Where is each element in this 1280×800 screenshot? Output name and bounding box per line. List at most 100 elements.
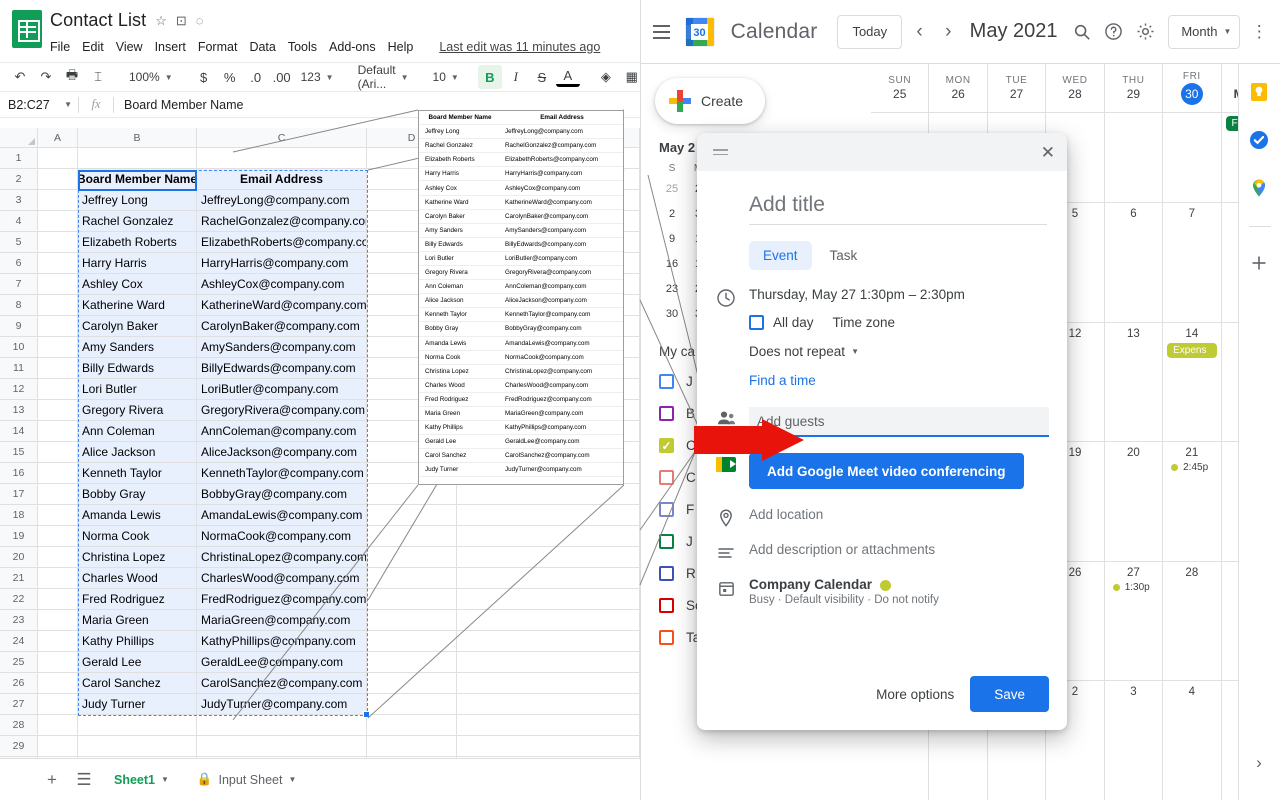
cell-c10[interactable]: AmySanders@company.com	[197, 337, 367, 358]
cell-c23[interactable]: MariaGreen@company.com	[197, 610, 367, 631]
document-title[interactable]: Contact List	[50, 10, 146, 31]
cell-c29[interactable]	[197, 736, 367, 757]
close-icon[interactable]: ✕	[1041, 144, 1055, 161]
calendar-day-number[interactable]: 3	[1130, 686, 1136, 698]
cell-b22[interactable]: Fred Rodriguez	[78, 589, 197, 610]
cell-c1[interactable]	[197, 148, 367, 169]
cell-c26[interactable]: CarolSanchez@company.com	[197, 673, 367, 694]
calendar-day-cell[interactable]: 6	[1105, 203, 1164, 322]
italic-button[interactable]: I	[504, 65, 528, 89]
row-header-8[interactable]: 8	[0, 295, 38, 316]
cell-d21[interactable]	[367, 568, 457, 589]
fill-color-icon[interactable]: ◈	[594, 65, 618, 89]
row-header-7[interactable]: 7	[0, 274, 38, 295]
calendar-day-cell[interactable]	[1163, 113, 1222, 202]
calendar-event-timed[interactable]: 2:45p	[1163, 462, 1208, 473]
column-header-b[interactable]: B	[78, 128, 197, 148]
cell-c18[interactable]: AmandaLewis@company.com	[197, 505, 367, 526]
cell-rest-29[interactable]	[457, 736, 640, 757]
cell-b29[interactable]	[78, 736, 197, 757]
menu-addons[interactable]: Add-ons	[329, 40, 376, 54]
dow-header-thu[interactable]: THU 29	[1105, 64, 1164, 112]
cell-d17[interactable]	[367, 484, 457, 505]
row-header-10[interactable]: 10	[0, 337, 38, 358]
dow-date[interactable]: 28	[1068, 87, 1081, 101]
apps-grid-icon[interactable]: ⋮	[1246, 14, 1272, 50]
row-header-12[interactable]: 12	[0, 379, 38, 400]
cell-rest-17[interactable]	[457, 484, 640, 505]
cell-b14[interactable]: Ann Coleman	[78, 421, 197, 442]
cell-b6[interactable]: Harry Harris	[78, 253, 197, 274]
sheet-tab-input-sheet[interactable]: 🔒 Input Sheet ▼	[185, 764, 308, 796]
dow-header-mon[interactable]: MON 26	[929, 64, 988, 112]
calendar-day-number[interactable]: 27	[1127, 567, 1140, 579]
cell-b16[interactable]: Kenneth Taylor	[78, 463, 197, 484]
cell-a29[interactable]	[38, 736, 78, 757]
recurrence-select[interactable]: Does not repeat ▼	[749, 344, 965, 359]
cell-d29[interactable]	[367, 736, 457, 757]
cell-b27[interactable]: Judy Turner	[78, 694, 197, 715]
mini-cal-day[interactable]: 25	[659, 179, 685, 199]
row-header-1[interactable]: 1	[0, 148, 38, 169]
font-size-select[interactable]: 10 ▼	[428, 65, 464, 89]
sheet-tab-sheet1[interactable]: Sheet1 ▼	[102, 763, 181, 796]
dow-header-tue[interactable]: TUE 27	[988, 64, 1047, 112]
menu-format[interactable]: Format	[198, 40, 238, 54]
cell-b24[interactable]: Kathy Phillips	[78, 631, 197, 652]
cell-b18[interactable]: Amanda Lewis	[78, 505, 197, 526]
calendar-day-cell[interactable]: 28	[1163, 561, 1222, 681]
cell-b25[interactable]: Gerald Lee	[78, 652, 197, 673]
cell-rest-21[interactable]	[457, 568, 640, 589]
cell-c14[interactable]: AnnColeman@company.com	[197, 421, 367, 442]
cell-rest-24[interactable]	[457, 631, 640, 652]
cell-b21[interactable]: Charles Wood	[78, 568, 197, 589]
cell-rest-22[interactable]	[457, 589, 640, 610]
cell-rest-28[interactable]	[457, 715, 640, 736]
menu-help[interactable]: Help	[388, 40, 414, 54]
cell-c11[interactable]: BillyEdwards@company.com	[197, 358, 367, 379]
row-header-5[interactable]: 5	[0, 232, 38, 253]
row-header-9[interactable]: 9	[0, 316, 38, 337]
menu-view[interactable]: View	[116, 40, 143, 54]
cell-a18[interactable]	[38, 505, 78, 526]
cell-a22[interactable]	[38, 589, 78, 610]
keep-icon[interactable]	[1249, 82, 1271, 104]
mini-cal-day[interactable]: 23	[659, 279, 685, 299]
cell-rest-27[interactable]	[457, 694, 640, 715]
cell-d26[interactable]	[367, 673, 457, 694]
time-zone-button[interactable]: Time zone	[833, 315, 896, 330]
calendar-day-cell[interactable]: 3	[1105, 681, 1164, 800]
cell-c16[interactable]: KennethTaylor@company.com	[197, 463, 367, 484]
currency-format-button[interactable]: $	[192, 65, 216, 89]
help-icon[interactable]	[1101, 14, 1127, 50]
cell-c2[interactable]: Email Address	[197, 169, 367, 190]
cell-c13[interactable]: GregoryRivera@company.com	[197, 400, 367, 421]
cell-c21[interactable]: CharlesWood@company.com	[197, 568, 367, 589]
row-header-6[interactable]: 6	[0, 253, 38, 274]
cell-a8[interactable]	[38, 295, 78, 316]
cell-a26[interactable]	[38, 673, 78, 694]
cell-b13[interactable]: Gregory Rivera	[78, 400, 197, 421]
cell-reference-box[interactable]: B2:C27 ▼	[0, 98, 78, 112]
cell-b10[interactable]: Amy Sanders	[78, 337, 197, 358]
calendar-day-number[interactable]: 28	[1185, 567, 1198, 579]
cell-b17[interactable]: Bobby Gray	[78, 484, 197, 505]
calendar-day-number[interactable]: 20	[1127, 447, 1140, 459]
fill-handle[interactable]	[363, 711, 370, 718]
event-datetime[interactable]: Thursday, May 27 1:30pm – 2:30pm	[749, 287, 965, 302]
cell-b4[interactable]: Rachel Gonzalez	[78, 211, 197, 232]
row-header-19[interactable]: 19	[0, 526, 38, 547]
find-a-time-link[interactable]: Find a time	[749, 373, 965, 388]
cell-a13[interactable]	[38, 400, 78, 421]
cell-c12[interactable]: LoriButler@company.com	[197, 379, 367, 400]
main-menu-icon[interactable]	[649, 14, 675, 50]
row-header-26[interactable]: 26	[0, 673, 38, 694]
row-header-25[interactable]: 25	[0, 652, 38, 673]
cell-rest-20[interactable]	[457, 547, 640, 568]
calendar-checkbox[interactable]	[659, 533, 674, 549]
cell-a11[interactable]	[38, 358, 78, 379]
search-icon[interactable]	[1070, 14, 1096, 50]
all-day-checkbox[interactable]	[749, 315, 764, 330]
chevron-down-icon[interactable]: ▼	[288, 775, 296, 784]
cell-b15[interactable]: Alice Jackson	[78, 442, 197, 463]
